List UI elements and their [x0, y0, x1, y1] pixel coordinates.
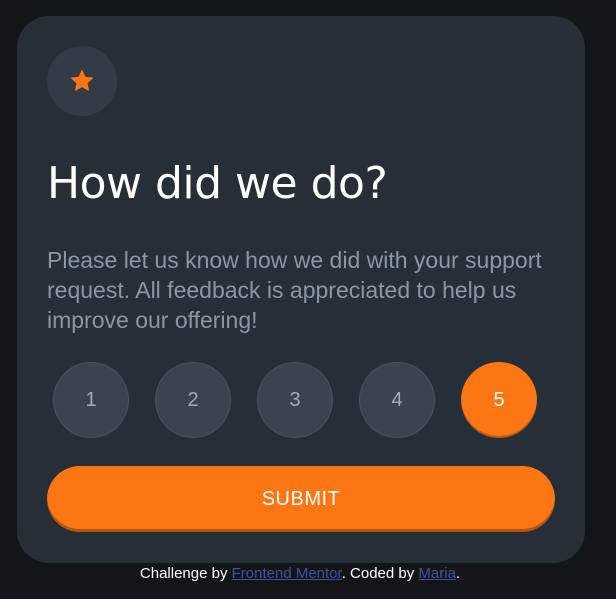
- frontend-mentor-link[interactable]: Frontend Mentor: [232, 565, 342, 582]
- attribution-middle: . Coded by: [341, 565, 415, 582]
- rating-button-1[interactable]: 1: [53, 362, 129, 438]
- attribution: Challenge by Frontend Mentor. Coded by M…: [0, 564, 600, 584]
- card-description: Please let us know how we did with your …: [47, 247, 542, 333]
- rating-button-3[interactable]: 3: [257, 362, 333, 438]
- rating-card: How did we do? Please let us know how we…: [17, 16, 585, 563]
- rating-button-4[interactable]: 4: [359, 362, 435, 438]
- attribution-suffix: .: [455, 565, 461, 582]
- rating-options: 1 2 3 4 5: [53, 362, 537, 438]
- rating-button-2[interactable]: 2: [155, 362, 231, 438]
- star-icon: [71, 70, 93, 91]
- rating-button-5[interactable]: 5: [461, 362, 537, 438]
- submit-button[interactable]: SUBMIT: [47, 466, 555, 532]
- author-link[interactable]: Maria: [418, 565, 456, 582]
- star-icon-badge: [47, 46, 117, 116]
- card-title: How did we do?: [47, 158, 388, 209]
- attribution-prefix: Challenge by: [139, 565, 228, 582]
